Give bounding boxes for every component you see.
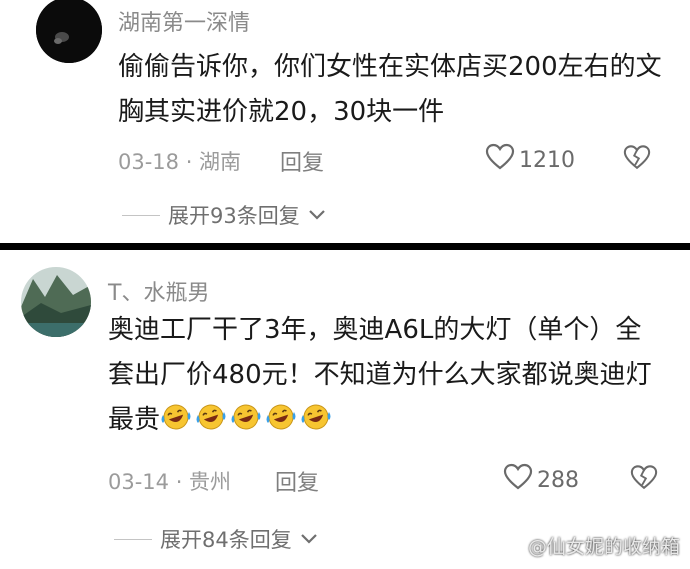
laughing-crying-emoji: [230, 402, 263, 432]
comment-card-1: 湖南第一深情 偷偷告诉你，你们女性在实体店买200左右的文胸其实进价就20，30…: [0, 0, 690, 243]
expand-replies-button[interactable]: 展开84条回复: [114, 524, 318, 554]
heart-outline-icon: [503, 463, 533, 497]
divider: [114, 538, 152, 540]
expand-replies-label: 展开84条回复: [160, 528, 292, 552]
laughing-crying-emoji: [300, 402, 333, 432]
comment-date-location: 03-18 · 湖南: [118, 150, 242, 174]
broken-heart-icon: [630, 465, 658, 495]
dislike-button[interactable]: [623, 144, 651, 175]
broken-heart-icon: [623, 145, 651, 175]
like-button[interactable]: 1210: [485, 143, 575, 177]
reply-button[interactable]: 回复: [280, 145, 324, 177]
emoji-row: [160, 402, 333, 432]
chevron-down-icon: [308, 206, 326, 225]
avatar[interactable]: [36, 0, 102, 63]
avatar[interactable]: [21, 267, 91, 337]
laughing-crying-emoji: [160, 402, 193, 432]
like-count: 1210: [519, 147, 575, 173]
laughing-crying-emoji: [195, 402, 228, 432]
laughing-crying-emoji: [265, 402, 298, 432]
username[interactable]: 湖南第一深情: [118, 5, 250, 37]
divider: [122, 214, 160, 216]
chevron-down-icon: [300, 530, 318, 549]
like-count: 288: [537, 467, 579, 493]
like-button[interactable]: 288: [503, 463, 579, 497]
comment-text: 偷偷告诉你，你们女性在实体店买200左右的文胸其实进价就20，30块一件: [118, 52, 662, 127]
dislike-button[interactable]: [630, 464, 658, 495]
comment-text: 奥迪工厂干了3年，奥迪A6L的大灯（单个）全套出厂价480元！不知道为什么大家都…: [108, 308, 663, 443]
heart-outline-icon: [485, 143, 515, 177]
reply-button[interactable]: 回复: [275, 465, 319, 497]
comment-date-location: 03-14 · 贵州: [108, 470, 232, 494]
expand-replies-label: 展开93条回复: [168, 204, 300, 228]
watermark: @仙女妮的收纳箱: [527, 536, 680, 558]
username[interactable]: T、水瓶男: [108, 275, 209, 307]
comment-card-2: T、水瓶男 奥迪工厂干了3年，奥迪A6L的大灯（单个）全套出厂价480元！不知道…: [0, 250, 690, 569]
expand-replies-button[interactable]: 展开93条回复: [122, 200, 326, 230]
